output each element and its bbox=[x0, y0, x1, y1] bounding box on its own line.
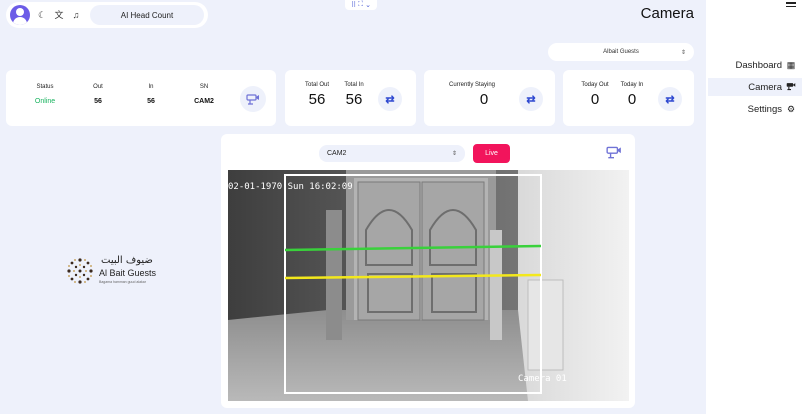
camera-select-value: CAM2 bbox=[327, 150, 347, 157]
camera-scene bbox=[228, 170, 629, 401]
today-out-field: Today Out 0 bbox=[579, 82, 611, 108]
sidebar-item-settings[interactable]: Settings ⚙ bbox=[708, 100, 802, 118]
logo-english-text: Al Bait Guests bbox=[99, 268, 157, 278]
brand-logo: ضيوف البيت Al Bait Guests Bagama hamman … bbox=[65, 255, 175, 287]
staying-label: Currently Staying bbox=[448, 82, 496, 88]
logo-tagline: Bagama hamman guud alakar bbox=[99, 280, 146, 284]
fullscreen-icon[interactable]: ⛶ bbox=[358, 1, 363, 9]
select-arrows-icon: ⇕ bbox=[680, 49, 686, 56]
user-avatar[interactable] bbox=[10, 5, 30, 25]
totals-card: Total Out 56 Total In 56 ⇄ bbox=[285, 70, 416, 126]
in-field: In 56 bbox=[141, 84, 161, 105]
status-label: Status bbox=[36, 84, 54, 90]
drag-handle-icon[interactable]: ⠿ bbox=[351, 1, 356, 9]
out-value: 56 bbox=[94, 98, 102, 105]
currently-staying-card: Currently Staying 0 ⇄ bbox=[424, 70, 555, 126]
sidebar-item-label: Dashboard bbox=[735, 59, 782, 71]
in-value: 56 bbox=[147, 98, 155, 105]
today-out-label: Today Out bbox=[581, 82, 609, 88]
logo-mark-icon bbox=[67, 258, 93, 284]
today-in-field: Today In 0 bbox=[618, 82, 646, 108]
osd-timestamp: 02-01-1970 Sun 16:02:09 bbox=[228, 182, 353, 192]
chevron-down-icon[interactable]: ⌄ bbox=[365, 1, 371, 9]
staying-field: Currently Staying 0 bbox=[444, 82, 500, 108]
select-arrows-icon: ⇕ bbox=[451, 151, 457, 157]
cctv-icon bbox=[240, 86, 266, 112]
camera-feed[interactable]: 02-01-1970 Sun 16:02:09 Camera 01 bbox=[228, 170, 629, 401]
in-label: In bbox=[148, 84, 154, 90]
camera-select[interactable]: CAM2 ⇕ bbox=[319, 145, 465, 162]
sn-value: CAM2 bbox=[194, 98, 214, 105]
translate-icon[interactable]: 文 bbox=[54, 10, 64, 20]
sidebar-item-dashboard[interactable]: Dashboard ▦ bbox=[708, 56, 802, 74]
top-bar: ☾ 文 ♫ AI Head Count bbox=[6, 2, 208, 28]
cctv-icon[interactable] bbox=[606, 144, 622, 163]
today-in-label: Today In bbox=[620, 82, 644, 88]
staying-value: 0 bbox=[479, 91, 489, 108]
camera-panel: CAM2 ⇕ Live 02-01-1970 Sun 16:02:09 Came… bbox=[221, 134, 635, 408]
org-select-value: Albait Guests bbox=[603, 49, 639, 55]
main-area: ☾ 文 ♫ AI Head Count ⠿ ⛶ ⌄ Camera Albait … bbox=[0, 0, 706, 414]
sn-field: SN CAM2 bbox=[190, 84, 218, 105]
status-card: Status Online Out 56 In 56 SN CAM2 bbox=[6, 70, 276, 126]
fullscreen-control[interactable]: ⠿ ⛶ ⌄ bbox=[345, 0, 377, 10]
gear-icon: ⚙ bbox=[786, 103, 796, 114]
live-button[interactable]: Live bbox=[473, 144, 510, 163]
swap-arrows-icon: ⇄ bbox=[658, 87, 682, 111]
total-out-value: 56 bbox=[308, 91, 326, 108]
today-card: Today Out 0 Today In 0 ⇄ bbox=[563, 70, 694, 126]
out-field: Out 56 bbox=[88, 84, 108, 105]
status-field: Status Online bbox=[32, 84, 58, 105]
page-title: Camera bbox=[640, 5, 694, 22]
total-in-value: 56 bbox=[345, 91, 363, 108]
sidebar-item-label: Camera bbox=[748, 81, 782, 93]
total-out-field: Total Out 56 bbox=[302, 82, 332, 108]
cctv-icon bbox=[786, 81, 796, 93]
sn-label: SN bbox=[199, 84, 209, 90]
sidebar: Dashboard ▦ Camera Settings ⚙ bbox=[706, 0, 802, 414]
bell-icon[interactable]: ♫ bbox=[71, 10, 81, 20]
sidebar-item-camera[interactable]: Camera bbox=[708, 78, 802, 96]
sidebar-item-label: Settings bbox=[747, 103, 782, 115]
swap-arrows-icon: ⇄ bbox=[378, 87, 402, 111]
osd-camera-label: Camera 01 bbox=[518, 374, 567, 384]
status-value: Online bbox=[34, 98, 56, 105]
logo-arabic-text: ضيوف البيت bbox=[101, 255, 153, 266]
moon-icon[interactable]: ☾ bbox=[37, 10, 47, 20]
head-count-badge[interactable]: AI Head Count bbox=[90, 5, 204, 25]
total-in-label: Total In bbox=[344, 82, 364, 88]
today-in-value: 0 bbox=[627, 91, 637, 108]
org-select[interactable]: Albait Guests ⇕ bbox=[548, 43, 694, 61]
grid-icon: ▦ bbox=[786, 59, 796, 70]
menu-icon[interactable] bbox=[786, 0, 796, 7]
total-out-label: Total Out bbox=[304, 82, 329, 88]
swap-arrows-icon: ⇄ bbox=[519, 87, 543, 111]
out-label: Out bbox=[93, 84, 103, 90]
today-out-value: 0 bbox=[590, 91, 600, 108]
total-in-field: Total In 56 bbox=[340, 82, 368, 108]
